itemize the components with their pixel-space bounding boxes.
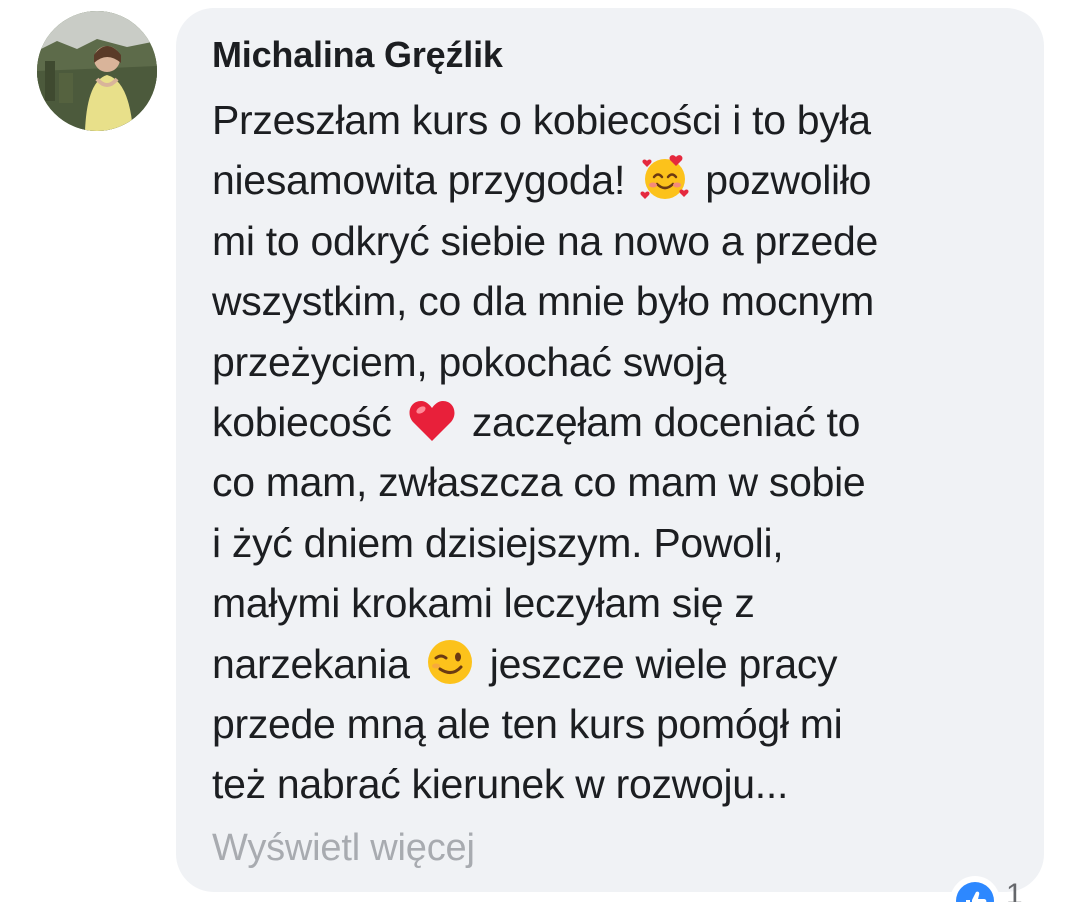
comment-line: narzekania jeszcze wiele pracy [212, 634, 1032, 694]
comment-line: kobiecość zaczęłam doceniać to [212, 392, 1032, 452]
reaction-count: 1 [1006, 878, 1023, 902]
comment-text: niesamowita przygoda! [212, 157, 626, 204]
comment-text: co mam, zwłaszcza co mam w sobie [212, 459, 866, 506]
comment-text: Przeszłam kurs o kobiecości i to była [212, 97, 871, 143]
comment-text: narzekania [212, 640, 410, 687]
comment-line: wszystkim, co dla mnie było mocnym [212, 271, 1032, 331]
comment-text: jeszcze wiele pracy [489, 640, 838, 687]
comment-text: przeżyciem, pokochać swoją [212, 338, 727, 385]
avatar[interactable] [37, 11, 157, 131]
comment-line: mi to odkryć siebie na nowo a przede [212, 211, 1032, 271]
comment-text: i żyć dniem dzisiejszym. Powoli, [212, 519, 784, 566]
comment-body: Przeszłam kurs o kobiecości i to była ni… [212, 90, 1032, 815]
comment-line: Przeszłam kurs o kobiecości i to była [212, 90, 1032, 150]
comment-text: przede mną ale ten kurs pomógł mi [212, 700, 843, 747]
avatar-photo [37, 11, 157, 131]
comment-text: też nabrać kierunek w rozwoju... [212, 761, 789, 808]
winking-face-icon [425, 637, 475, 687]
like-icon [956, 882, 994, 902]
comment-text: wszystkim, co dla mnie było mocnym [212, 278, 874, 325]
comment-text: kobiecość [212, 398, 392, 445]
comment-line: niesamowita przygoda! pozwoliło [212, 150, 1032, 210]
smiling-face-with-hearts-icon [640, 153, 690, 203]
comment-line: przede mną ale ten kurs pomógł mi [212, 694, 1032, 754]
comment-author[interactable]: Michalina Gręźlik [212, 33, 503, 77]
comment-text: zaczęłam doceniać to [471, 398, 861, 445]
comment-line: co mam, zwłaszcza co mam w sobie [212, 452, 1032, 512]
comment: Michalina Gręźlik Przeszłam kurs o kobie… [0, 0, 1080, 902]
comment-line: i żyć dniem dzisiejszym. Powoli, [212, 513, 1032, 573]
see-more-link[interactable]: Wyświetl więcej [212, 818, 475, 878]
comment-line: przeżyciem, pokochać swoją [212, 332, 1032, 392]
comment-line: też nabrać kierunek w rozwoju... [212, 754, 1032, 814]
comment-line: małymi krokami leczyłam się z [212, 573, 1032, 633]
comment-text: pozwoliło [705, 157, 872, 204]
comment-text: mi to odkryć siebie na nowo a przede [212, 217, 879, 264]
red-heart-icon [407, 395, 457, 445]
comment-text: małymi krokami leczyłam się z [212, 580, 755, 627]
